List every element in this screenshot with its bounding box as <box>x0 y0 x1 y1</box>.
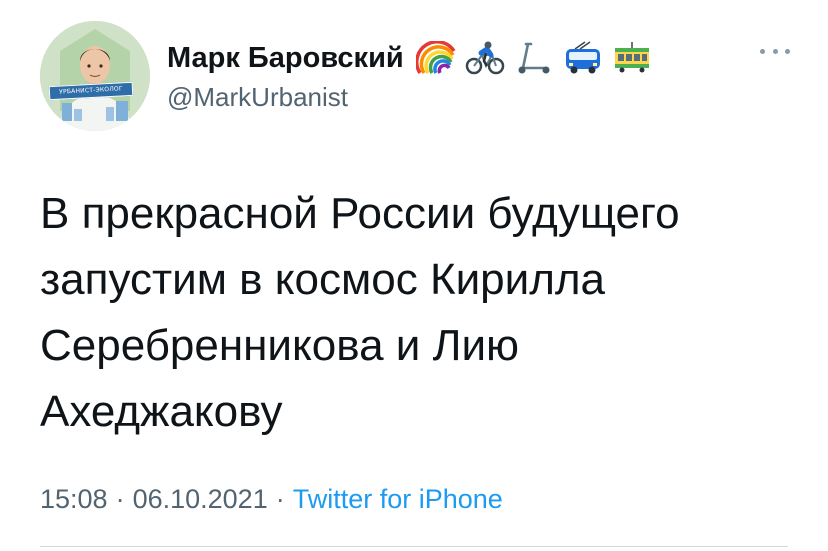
more-dot <box>772 48 778 54</box>
tweet-time[interactable]: 15:08 <box>40 484 108 514</box>
divider <box>40 546 788 547</box>
more-dot <box>785 48 790 54</box>
meta-separator: · <box>275 484 285 514</box>
rainbow-emoji <box>415 41 456 74</box>
trolleybus-emoji <box>565 41 600 74</box>
meta-separator: · <box>115 484 125 514</box>
avatar[interactable]: УРБАНИСТ-ЭКОЛОГ <box>40 21 150 131</box>
avatar-image <box>40 21 150 131</box>
user-handle[interactable]: @MarkUrbanist <box>167 82 348 113</box>
tweet-text-line: В прекрасной России будущего <box>40 189 680 238</box>
display-name[interactable]: Марк Баровский <box>167 42 404 75</box>
name-emojis <box>415 41 652 75</box>
tweet-text-line: запустим в космос Кирилла <box>40 255 606 304</box>
tweet-text-line: Серебренникова и Лию <box>40 321 520 370</box>
tweet-text-line: Ахеджакову <box>40 387 283 436</box>
tweet-text: В прекрасной России будущего запустим в … <box>40 181 780 445</box>
tweet: УРБАНИСТ-ЭКОЛОГ Марк Баровский @MarkUrba… <box>0 0 828 551</box>
more-dot <box>760 48 765 54</box>
tram-emoji <box>614 42 649 73</box>
tweet-source-link[interactable]: Twitter for iPhone <box>293 484 503 514</box>
more-options-icon[interactable] <box>760 44 790 58</box>
tweet-date[interactable]: 06.10.2021 <box>133 484 268 514</box>
kick-scooter-emoji <box>518 42 550 74</box>
author-name-row[interactable]: Марк Баровский <box>167 38 652 78</box>
tweet-meta: 15:08 · 06.10.2021 · Twitter for iPhone <box>40 484 503 515</box>
cyclist-emoji <box>465 41 504 75</box>
